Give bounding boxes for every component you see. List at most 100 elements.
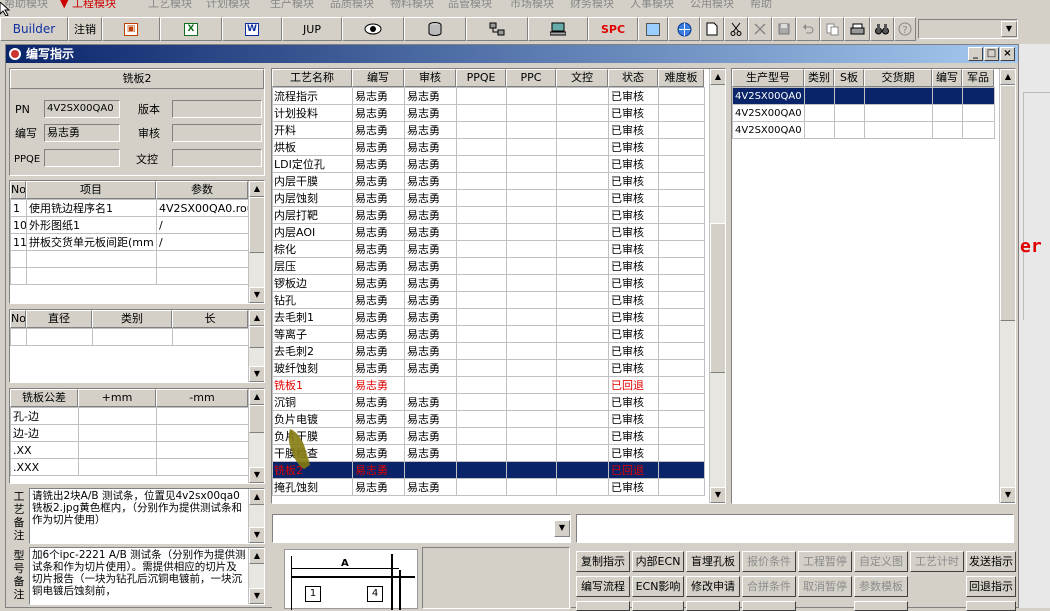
database-button[interactable]	[404, 17, 466, 41]
close-button[interactable]: ×	[1000, 47, 1015, 61]
excel-button[interactable]: X	[160, 17, 222, 41]
maximize-button[interactable]: □	[984, 47, 999, 61]
table-row[interactable]: 4V2SX00QA0	[732, 104, 995, 122]
writer-field[interactable]: 易志勇	[44, 124, 120, 142]
reviewer-field[interactable]	[172, 124, 262, 142]
menu-item[interactable]: 品管模块	[448, 0, 492, 8]
find-button[interactable]	[870, 17, 894, 41]
table-row[interactable]: 烘板 易志勇 易志勇 已审核	[272, 138, 705, 156]
table-row[interactable]: 铣板1 易志勇 已回退	[272, 376, 705, 394]
view-button[interactable]	[342, 17, 404, 41]
table-row[interactable]: .XXX	[10, 458, 249, 476]
tools-scrollbar[interactable]: ▲ ▼	[248, 310, 264, 382]
partial-button[interactable]	[576, 601, 630, 611]
model-note-box[interactable]: 加6个ipc-2221 A/B 测试条（分别作为提供测试条和作为切片使用）。需提…	[29, 547, 265, 605]
chevron-down-icon[interactable]: ▼	[554, 520, 570, 537]
table-row[interactable]: 内层打靶 易志勇 易志勇 已审核	[272, 206, 705, 224]
return-instruction-button[interactable]: 回退指示	[966, 576, 1016, 597]
browser-button[interactable]	[668, 17, 700, 41]
table-row[interactable]: 钻孔 易志勇 易志勇 已审核	[272, 291, 705, 309]
powerpoint-button[interactable]: ▣	[102, 17, 160, 41]
models-col-header[interactable]: 军品	[962, 69, 994, 87]
send-instruction-button[interactable]: 发送指示	[966, 551, 1016, 572]
modify-request-button[interactable]: 修改申请	[686, 576, 740, 597]
menu-item[interactable]: 市场模块	[510, 0, 554, 8]
copy-instruction-button[interactable]: 复制指示	[576, 551, 630, 572]
table-row[interactable]: 掩孔蚀刻 易志勇 易志勇 已审核	[272, 478, 705, 496]
table-row[interactable]: 内层干膜 易志勇 易志勇 已审核	[272, 172, 705, 190]
tol-plus-cell[interactable]	[78, 441, 157, 459]
models-col-header[interactable]: 生产型号	[732, 69, 804, 87]
table-row[interactable]: 流程指示 易志勇 易志勇 已审核	[272, 87, 705, 105]
minimize-button[interactable]: _	[968, 47, 983, 61]
toolbar-combo[interactable]: ▼	[918, 19, 1018, 39]
edit-flow-button[interactable]: 编写流程	[576, 576, 630, 597]
scroll-thumb[interactable]	[249, 197, 264, 253]
tol-plus-cell[interactable]	[78, 458, 157, 476]
steps-col-header[interactable]: PPQE	[456, 69, 506, 87]
scroll-thumb[interactable]	[1000, 85, 1015, 321]
table-row[interactable]: 内层AOI 易志勇 易志勇 已审核	[272, 223, 705, 241]
menu-item[interactable]: ▼ 工程模块	[60, 0, 116, 8]
tool-button[interactable]	[638, 17, 668, 41]
word-button[interactable]: W	[222, 17, 282, 41]
table-row[interactable]: 计划投料 易志勇 易志勇 已审核	[272, 104, 705, 122]
menu-item[interactable]: 生产模块	[270, 0, 314, 8]
param-template-button[interactable]: 参数模板	[854, 576, 908, 597]
menu-item[interactable]: 计划模块	[206, 0, 250, 8]
table-row[interactable]	[10, 267, 249, 285]
model-note-scrollbar[interactable]: ▲ ▼	[248, 548, 264, 604]
menu-item[interactable]: 工艺模块	[148, 0, 192, 8]
table-row[interactable]: 去毛刺1 易志勇 易志勇 已审核	[272, 308, 705, 326]
scroll-up-icon[interactable]: ▲	[249, 389, 264, 405]
custom-drawing-button[interactable]: 自定义图	[854, 551, 908, 572]
table-row[interactable]: 1 使用铣边程序名1 4V2SX00QA0.rou	[10, 199, 249, 217]
menu-item[interactable]: 帮助	[750, 0, 772, 8]
table-row[interactable]: 锣板边 易志勇 易志勇 已审核	[272, 274, 705, 292]
tol-minus-cell[interactable]	[156, 424, 249, 442]
network-button[interactable]	[466, 17, 528, 41]
table-row[interactable]: 孔-边	[10, 407, 249, 425]
scroll-up-icon[interactable]: ▲	[249, 548, 264, 564]
partial-button[interactable]	[966, 601, 1016, 611]
jup-button[interactable]: JUP	[282, 17, 342, 41]
table-row[interactable]: 沉铜 易志勇 易志勇 已审核	[272, 393, 705, 411]
table-row[interactable]: 内层蚀刻 易志勇 易志勇 已审核	[272, 189, 705, 207]
models-col-header[interactable]: S板	[834, 69, 864, 87]
params-scrollbar[interactable]: ▲ ▼	[248, 181, 264, 303]
table-row[interactable]: 10 外形图纸1/	[10, 216, 249, 234]
process-note-scrollbar[interactable]: ▲ ▼	[248, 489, 264, 543]
print-button[interactable]	[844, 17, 870, 41]
partial-button[interactable]	[742, 601, 796, 611]
builder-button[interactable]: Builder	[0, 17, 68, 41]
table-row[interactable]: 层压 易志勇 易志勇 已审核	[272, 257, 705, 275]
project-pause-button[interactable]: 工程暂停	[798, 551, 852, 572]
menu-item[interactable]: 帮助模块	[4, 0, 48, 8]
chevron-down-icon[interactable]: ▼	[1001, 21, 1017, 37]
blind-buried-via-button[interactable]: 盲埋孔板	[686, 551, 740, 572]
table-row[interactable]: 玻纤蚀刻 易志勇 易志勇 已审核	[272, 359, 705, 377]
scroll-thumb[interactable]	[710, 223, 725, 373]
scroll-thumb[interactable]	[249, 405, 264, 433]
remark-input[interactable]	[576, 514, 1014, 543]
steps-col-header[interactable]: 工艺名称	[272, 69, 352, 87]
delete-button[interactable]	[748, 17, 772, 41]
models-col-header[interactable]: 交货期	[864, 69, 932, 87]
scroll-down-icon[interactable]: ▼	[249, 588, 264, 604]
computer-button[interactable]	[528, 17, 588, 41]
partial-button[interactable]	[632, 601, 684, 611]
doc-control-field[interactable]	[172, 149, 262, 167]
table-row[interactable]: 干膜检查易志勇易志勇已审核	[272, 444, 705, 462]
table-row[interactable]: 棕化 易志勇 易志勇 已审核	[272, 240, 705, 258]
cut-button[interactable]	[724, 17, 748, 41]
partial-button[interactable]	[686, 601, 740, 611]
quote-condition-button[interactable]: 报价条件	[742, 551, 796, 572]
scroll-up-icon[interactable]: ▲	[1000, 69, 1015, 85]
tolerance-scrollbar[interactable]: ▲ ▼	[248, 389, 264, 483]
tol-minus-cell[interactable]	[156, 407, 249, 425]
scroll-down-icon[interactable]: ▼	[249, 527, 264, 543]
models-scrollbar[interactable]: ▲ ▼	[999, 69, 1015, 503]
table-row[interactable]: 开料 易志勇 易志勇 已审核	[272, 121, 705, 139]
steps-col-header[interactable]: 状态	[608, 69, 658, 87]
scroll-up-icon[interactable]: ▲	[710, 69, 725, 85]
